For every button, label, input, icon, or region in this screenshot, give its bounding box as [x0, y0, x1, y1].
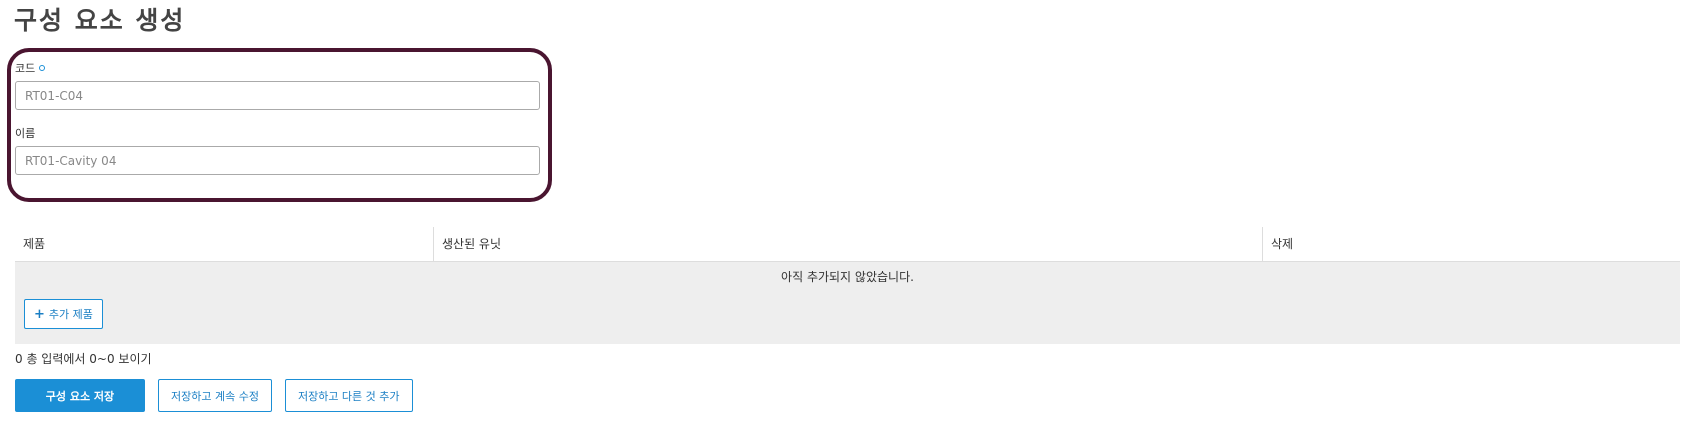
empty-table-message: 아직 추가되지 않았습니다.: [15, 262, 1680, 292]
column-header-delete: 삭제: [1271, 237, 1294, 251]
save-component-button[interactable]: 구성 요소 저장: [15, 379, 145, 412]
add-product-button[interactable]: + 추가 제품: [24, 299, 103, 329]
highlighted-form-section: [7, 48, 552, 202]
component-create-page: 구성 요소 생성 코드 이름 제품 생산된 유닛 삭제 아직 추가되지 않았습니…: [0, 0, 1698, 442]
add-product-label: 추가 제품: [48, 308, 93, 321]
code-input[interactable]: [15, 81, 540, 110]
form-actions: 구성 요소 저장 저장하고 계속 수정 저장하고 다른 것 추가: [15, 379, 413, 412]
name-input[interactable]: [15, 146, 540, 175]
column-header-product: 제품: [23, 237, 46, 251]
page-title: 구성 요소 생성: [14, 6, 186, 35]
code-field-label: 코드: [15, 62, 46, 76]
table-footer: + 추가 제품: [15, 292, 1680, 344]
products-table: 제품 생산된 유닛 삭제 아직 추가되지 않았습니다. + 추가 제품: [15, 227, 1680, 344]
name-field-label: 이름: [15, 127, 35, 141]
pagination-info: 0 총 입력에서 0~0 보이기: [15, 352, 152, 366]
table-header: 제품 생산된 유닛 삭제: [15, 227, 1680, 262]
save-and-add-another-button[interactable]: 저장하고 다른 것 추가: [284, 379, 413, 412]
code-label-text: 코드: [15, 62, 36, 75]
required-icon: [39, 65, 46, 71]
save-and-continue-button[interactable]: 저장하고 계속 수정: [158, 379, 272, 412]
column-header-units-produced: 생산된 유닛: [442, 237, 502, 251]
name-label-text: 이름: [15, 127, 36, 140]
plus-icon: +: [34, 306, 45, 322]
